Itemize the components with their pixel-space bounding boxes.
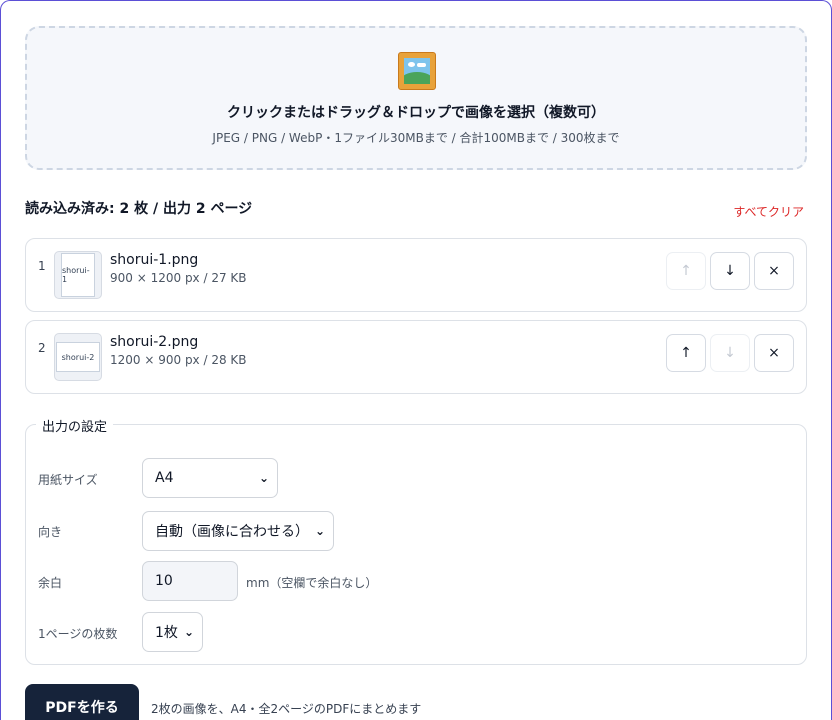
thumbnail: shorui-1 — [54, 251, 102, 299]
framed-picture-icon — [398, 52, 436, 90]
thumbnail-label: shorui-2 — [56, 342, 100, 372]
remove-button[interactable]: × — [754, 252, 794, 290]
move-up-button[interactable]: ↑ — [666, 252, 706, 290]
per-page-select[interactable]: 1枚 ⌄ — [142, 612, 203, 652]
orientation-label: 向き — [38, 525, 63, 539]
chevron-down-icon: ⌄ — [314, 524, 325, 538]
file-list-item: 2 shorui-2 shorui-2.png 1200 × 900 px / … — [25, 320, 807, 394]
chevron-down-icon: ⌄ — [258, 471, 269, 485]
margin-unit: mm（空欄で余白なし） — [246, 576, 378, 590]
margin-label: 余白 — [38, 576, 63, 590]
remove-button[interactable]: × — [754, 334, 794, 372]
paper-size-label: 用紙サイズ — [38, 473, 98, 487]
make-pdf-note: 2枚の画像を、A4・全2ページのPDFにまとめます — [151, 702, 422, 716]
dropzone-hint: JPEG / PNG / WebP・1ファイル30MBまで / 合計100MBま… — [212, 131, 620, 145]
file-name: shorui-1.png — [110, 252, 199, 268]
move-down-button[interactable]: ↓ — [710, 334, 750, 372]
paper-size-value: A4 — [155, 470, 174, 486]
thumbnail-label: shorui-1 — [61, 253, 95, 297]
margin-input[interactable]: 10 — [142, 561, 238, 601]
paper-size-select[interactable]: A4 ⌄ — [142, 458, 278, 498]
thumbnail: shorui-2 — [54, 333, 102, 381]
file-list-item: 1 shorui-1 shorui-1.png 900 × 1200 px / … — [25, 238, 807, 312]
file-name: shorui-2.png — [110, 334, 199, 350]
move-up-button[interactable]: ↑ — [666, 334, 706, 372]
move-down-button[interactable]: ↓ — [710, 252, 750, 290]
item-index: 2 — [38, 341, 46, 355]
settings-legend: 出力の設定 — [36, 416, 114, 435]
file-meta: 900 × 1200 px / 27 KB — [110, 271, 247, 285]
output-settings: 出力の設定 用紙サイズ A4 ⌄ 向き 自動（画像に合わせる） ⌄ 余白 10 … — [25, 416, 807, 665]
orientation-value: 自動（画像に合わせる） — [155, 524, 309, 540]
make-pdf-button[interactable]: PDFを作る — [25, 684, 139, 720]
loaded-summary: 読み込み済み: 2 枚 / 出力 2 ページ — [25, 201, 253, 217]
dropzone[interactable]: クリックまたはドラッグ＆ドロップで画像を選択（複数可） JPEG / PNG /… — [25, 26, 807, 170]
chevron-down-icon: ⌄ — [183, 625, 194, 639]
item-index: 1 — [38, 259, 46, 273]
file-meta: 1200 × 900 px / 28 KB — [110, 353, 247, 367]
orientation-select[interactable]: 自動（画像に合わせる） ⌄ — [142, 511, 334, 551]
clear-all-button[interactable]: すべてクリア — [733, 203, 804, 220]
per-page-label: 1ページの枚数 — [38, 627, 118, 641]
per-page-value: 1枚 — [155, 625, 178, 641]
dropzone-title: クリックまたはドラッグ＆ドロップで画像を選択（複数可） — [227, 105, 605, 121]
